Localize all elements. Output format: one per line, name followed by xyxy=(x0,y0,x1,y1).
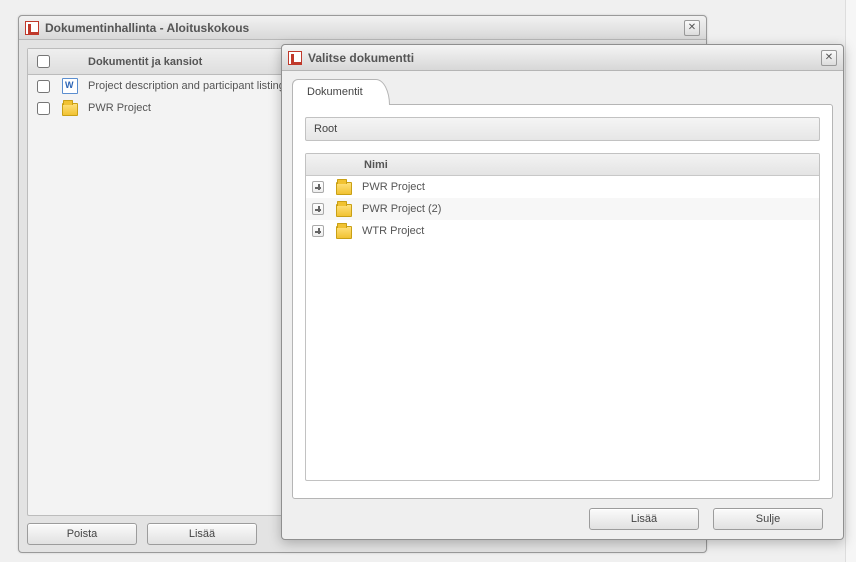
folder-icon xyxy=(62,103,78,116)
expand-icon[interactable] xyxy=(312,203,324,215)
tab-documents[interactable]: Dokumentit xyxy=(292,79,390,105)
tree-header-name: Nimi xyxy=(358,159,388,171)
row-checkbox[interactable] xyxy=(37,102,50,115)
tree-header: Nimi xyxy=(306,154,819,176)
select-document-dialog: Valitse dokumentti ✕ Dokumentit Root Nim… xyxy=(281,44,844,540)
select-all-checkbox[interactable] xyxy=(37,55,50,68)
tree-row[interactable]: PWR Project xyxy=(306,176,819,198)
delete-button[interactable]: Poista xyxy=(27,523,137,545)
folder-icon xyxy=(336,226,352,239)
breadcrumb[interactable]: Root xyxy=(305,117,820,141)
close-icon[interactable]: ✕ xyxy=(684,20,700,36)
header-checkbox-cell xyxy=(28,55,58,68)
window-titlebar: Dokumentinhallinta - Aloituskokous ✕ xyxy=(19,16,706,40)
tab-panel-documents: Root Nimi PWR Project PWR Project (2) xyxy=(292,104,833,499)
background-app-edge xyxy=(845,0,856,562)
expand-icon[interactable] xyxy=(312,225,324,237)
app-icon xyxy=(288,51,302,65)
word-document-icon xyxy=(62,78,78,94)
window-title: Dokumentinhallinta - Aloituskokous xyxy=(45,21,249,35)
dialog-titlebar: Valitse dokumentti ✕ xyxy=(282,45,843,71)
document-name: PWR Project xyxy=(82,102,151,114)
tree-item-name: WTR Project xyxy=(356,225,424,237)
add-button[interactable]: Lisää xyxy=(147,523,257,545)
tree-item-name: PWR Project xyxy=(356,181,425,193)
tree-row[interactable]: WTR Project xyxy=(306,220,819,242)
app-icon xyxy=(25,21,39,35)
dialog-title: Valitse dokumentti xyxy=(308,51,414,65)
dialog-footer: Lisää Sulje xyxy=(282,499,843,539)
close-icon[interactable]: ✕ xyxy=(821,50,837,66)
folder-tree: Nimi PWR Project PWR Project (2) WTR Pro… xyxy=(305,153,820,481)
folder-icon xyxy=(336,204,352,217)
dialog-add-button[interactable]: Lisää xyxy=(589,508,699,530)
row-checkbox[interactable] xyxy=(37,80,50,93)
tab-strip: Dokumentit xyxy=(292,79,833,105)
tree-item-name: PWR Project (2) xyxy=(356,203,441,215)
document-name: Project description and participant list… xyxy=(82,80,285,92)
folder-icon xyxy=(336,182,352,195)
tree-row[interactable]: PWR Project (2) xyxy=(306,198,819,220)
expand-icon[interactable] xyxy=(312,181,324,193)
dialog-body: Dokumentit Root Nimi PWR Project P xyxy=(292,79,833,499)
dialog-close-button[interactable]: Sulje xyxy=(713,508,823,530)
header-name-label: Dokumentit ja kansiot xyxy=(82,56,202,68)
